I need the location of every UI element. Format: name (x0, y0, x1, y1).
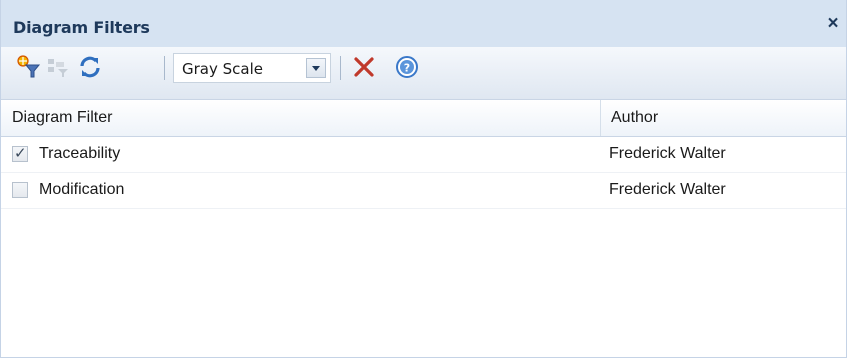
chevron-down-icon[interactable] (306, 58, 326, 78)
filter-properties-button[interactable] (45, 54, 71, 80)
refresh-button[interactable] (77, 54, 103, 80)
refresh-icon (80, 56, 100, 78)
toolbar-separator (340, 56, 341, 80)
toolbar-separator (164, 56, 165, 80)
column-header-diagram-filter[interactable]: Diagram Filter (1, 100, 601, 136)
new-filter-button[interactable] (15, 54, 41, 80)
filter-checkbox[interactable]: ✓ (12, 145, 28, 162)
table-row[interactable]: ✓ Traceability Frederick Walter (1, 137, 846, 173)
close-icon[interactable]: × (824, 14, 842, 34)
table-row[interactable]: Modification Frederick Walter (1, 173, 846, 209)
column-header-author[interactable]: Author (601, 100, 846, 136)
filter-author: Frederick Walter (609, 145, 726, 162)
checkmark-icon: ✓ (14, 145, 27, 162)
table-header: Diagram Filter Author (1, 100, 846, 137)
filters-toolbar: Gray Scale ? (1, 47, 846, 100)
delete-filter-button[interactable] (351, 54, 377, 80)
filter-properties-icon (48, 59, 68, 77)
filter-name: Traceability (39, 145, 121, 162)
panel-title: Diagram Filters (13, 18, 150, 37)
filter-author: Frederick Walter (609, 181, 726, 198)
filter-name: Modification (39, 181, 125, 198)
help-icon: ? (396, 56, 418, 78)
new-filter-icon (17, 55, 41, 78)
help-button[interactable]: ? (394, 54, 420, 80)
svg-text:?: ? (404, 62, 410, 75)
color-mode-value: Gray Scale (182, 60, 263, 78)
delete-icon (354, 57, 374, 77)
panel-titlebar: Diagram Filters × (1, 0, 846, 47)
diagram-filters-panel: Diagram Filters × Gray Scale ? Diagram F… (0, 0, 847, 358)
filter-checkbox[interactable] (12, 182, 28, 198)
color-mode-dropdown[interactable]: Gray Scale (173, 53, 331, 83)
